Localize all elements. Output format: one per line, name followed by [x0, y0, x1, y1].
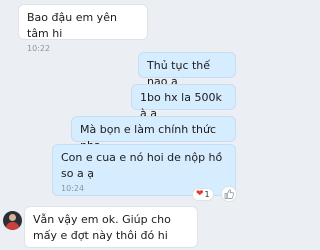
avatar[interactable]	[3, 211, 22, 230]
message-timestamp: 10:22	[27, 44, 51, 53]
avatar-head	[9, 214, 16, 221]
avatar-body	[6, 222, 19, 230]
message-text: Con e cua e nó hoi de nộp hồ so a ạ	[61, 151, 223, 180]
message-outgoing[interactable]: Thủ tục thế nao a	[138, 52, 236, 88]
message-outgoing[interactable]: Mà bọn e làm chính thức nha	[71, 116, 236, 152]
reaction-badge[interactable]: ❤ 1	[192, 188, 214, 201]
message-incoming[interactable]: Vẫn vậy em ok. Giúp cho mấy e đợt này th…	[24, 206, 198, 248]
message-incoming[interactable]: Bao đậu em yên tâm hi 10:22	[18, 4, 148, 53]
message-text: Bao đậu em yên tâm hi	[27, 11, 117, 40]
like-button[interactable]	[221, 186, 237, 202]
heart-icon: ❤	[196, 189, 204, 199]
chat-conversation: Bao đậu em yên tâm hi 10:22 Thủ tục thế …	[0, 0, 242, 250]
like-icon	[224, 189, 234, 199]
message-text: Vẫn vậy em ok. Giúp cho mấy e đợt này th…	[33, 213, 171, 242]
message-outgoing[interactable]: 1bo hx la 500k à a	[131, 84, 236, 120]
reaction-count: 1	[204, 190, 210, 199]
